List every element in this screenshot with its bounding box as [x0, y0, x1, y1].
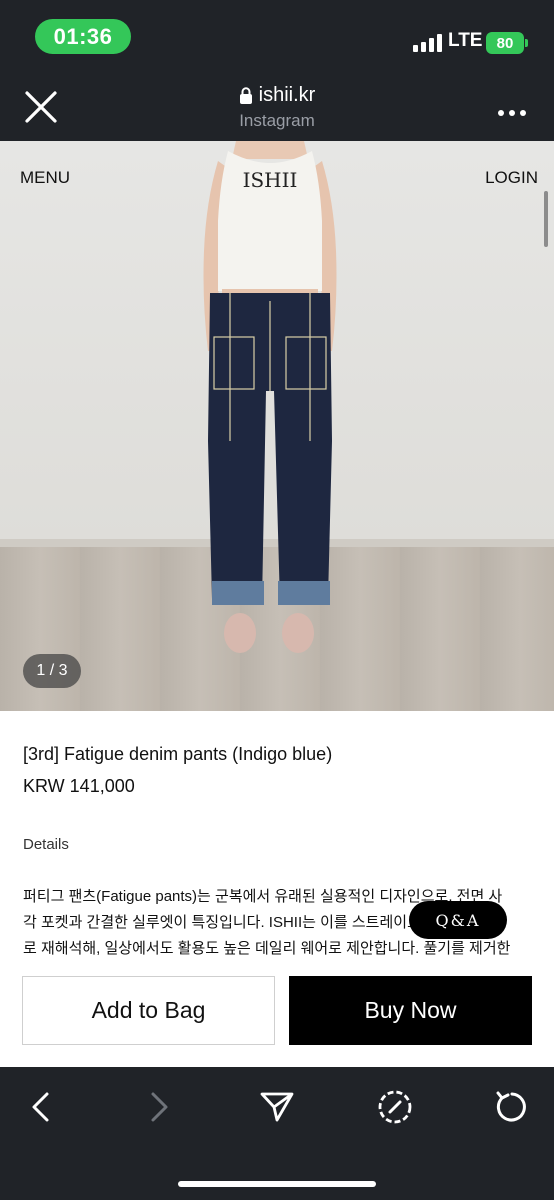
purchase-bar: Add to Bag Buy Now [0, 961, 554, 1067]
forward-icon[interactable] [139, 1087, 179, 1127]
share-icon[interactable] [257, 1087, 297, 1127]
image-counter: 1 / 3 [23, 654, 81, 688]
site-menu-link[interactable]: MENU [20, 168, 70, 188]
url-display[interactable]: ishii.kr Instagram [180, 84, 374, 131]
scrollbar[interactable] [544, 191, 548, 247]
shirt-brand: ISHII [243, 168, 298, 192]
url-domain: ishii.kr [258, 84, 316, 106]
details-heading[interactable]: Details [23, 836, 69, 853]
url-source: Instagram [239, 111, 315, 130]
more-icon[interactable] [497, 104, 527, 116]
description-line: 로 재해석해, 일상에서도 활용도 높은 데일리 웨어로 제안합니다. 풀기를 … [23, 940, 511, 957]
home-indicator[interactable] [178, 1181, 376, 1187]
reload-icon[interactable] [492, 1087, 532, 1127]
add-to-bag-button[interactable]: Add to Bag [22, 976, 275, 1045]
time-pill[interactable]: 01:36 [35, 19, 131, 54]
buy-now-button[interactable]: Buy Now [289, 976, 532, 1045]
product-price: KRW 141,000 [23, 776, 135, 796]
site-login-link[interactable]: LOGIN [485, 168, 538, 188]
signal-icon [413, 34, 442, 52]
close-icon[interactable] [22, 88, 60, 126]
product-image[interactable]: ISHII MENU LOGIN 1 / 3 [0, 141, 554, 711]
back-icon[interactable] [21, 1087, 61, 1127]
browser-navbar: ishii.kr Instagram [0, 74, 554, 141]
product-info: [3rd] Fatigue denim pants (Indigo blue) … [0, 711, 554, 961]
qa-button[interactable]: Q&A [409, 901, 507, 939]
battery-icon: 80 [486, 32, 528, 54]
browser-toolbar [0, 1067, 554, 1200]
model-illustration: ISHII [203, 141, 337, 653]
compass-icon[interactable] [375, 1087, 415, 1127]
battery-level: 80 [496, 34, 514, 52]
product-title: [3rd] Fatigue denim pants (Indigo blue) [23, 744, 333, 764]
status-time: 01:36 [53, 23, 113, 49]
network-label: LTE [448, 30, 483, 51]
lock-icon [239, 87, 253, 104]
status-bar: 01:36 LTE 80 [0, 0, 554, 74]
